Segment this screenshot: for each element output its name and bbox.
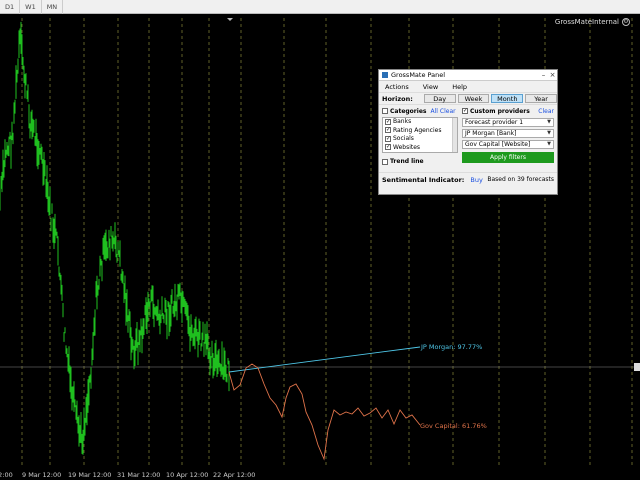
horizon-week-button[interactable]: Week (457, 94, 490, 103)
custom-clear-link[interactable]: Clear (538, 108, 554, 115)
chevron-down-icon: ▼ (547, 119, 551, 125)
jp-morgan-label: JP Morgan: 97.77% (420, 343, 482, 351)
categories-checkbox[interactable] (382, 108, 388, 115)
price-series (0, 21, 230, 455)
category-label: Websites (393, 143, 421, 151)
provider-select-value: JP Morgan [Bank] (465, 129, 517, 137)
categories-clear-link[interactable]: Clear (440, 108, 456, 115)
provider-select-2[interactable]: JP Morgan [Bank] ▼ (462, 128, 554, 138)
price-level-marker (634, 363, 640, 371)
sentiment-value: Buy (470, 175, 483, 184)
horizon-row: Horizon: Day Week Month Year (379, 92, 557, 105)
x-tick-label: 12:00 (0, 471, 13, 479)
categories-header: Categories All Clear (382, 107, 458, 116)
checked-icon[interactable]: ✓ (385, 127, 391, 134)
timeframe-w1[interactable]: W1 (20, 0, 42, 14)
menu-actions[interactable]: Actions (385, 83, 409, 91)
chevron-down-icon: ▼ (547, 141, 551, 147)
category-item[interactable]: ✓ Rating Agencies (385, 126, 457, 135)
category-label: Rating Agencies (393, 126, 442, 134)
checked-icon[interactable]: ✓ (385, 118, 391, 125)
custom-providers-header: ✓ Custom providers Clear (462, 107, 554, 116)
category-label: Banks (393, 118, 412, 126)
trend-line-row[interactable]: Trend line (382, 158, 458, 167)
provider-select-1[interactable]: Forecast provider 1 ▼ (462, 117, 554, 127)
category-item[interactable]: ✓ Socials (385, 135, 457, 144)
panel-menubar: Actions View Help (379, 81, 557, 92)
provider-select-value: Forecast provider 1 (465, 118, 524, 126)
horizon-year-button[interactable]: Year (525, 94, 557, 103)
settings-icon[interactable]: ⚙ (622, 18, 630, 26)
list-scrollbar[interactable] (452, 117, 457, 152)
minimize-icon[interactable]: – (539, 71, 548, 79)
gov-capital-forecast-line (228, 363, 421, 461)
indicator-label: GrossMateInternal ⚙ (555, 18, 630, 26)
sentiment-row: Sentimental Indicator: Buy Based on 39 f… (379, 172, 557, 186)
grossmate-panel: GrossMate Panel – × Actions View Help Ho… (378, 69, 558, 195)
x-tick-label: 9 Mar 12:00 (22, 471, 61, 479)
timeframe-toolbar: D1 W1 MN (0, 0, 640, 14)
trend-line-checkbox[interactable] (382, 158, 388, 165)
x-tick-label: 31 Mar 12:00 (117, 471, 160, 479)
sentiment-basis: Based on 39 forecasts (487, 176, 554, 183)
menu-view[interactable]: View (423, 83, 438, 91)
trend-line-label: Trend line (390, 158, 424, 166)
apply-filters-button[interactable]: Apply filters (462, 151, 554, 163)
chevron-down-icon: ▼ (547, 130, 551, 136)
custom-providers-label: Custom providers (470, 107, 530, 115)
categories-list: ✓ Banks ✓ Rating Agencies ✓ Socials ✓ Websit… (382, 116, 458, 153)
indicator-name: GrossMateInternal (554, 18, 619, 26)
panel-titlebar[interactable]: GrossMate Panel – × (379, 70, 557, 81)
app-icon (382, 72, 388, 78)
horizon-month-button[interactable]: Month (491, 94, 524, 103)
provider-select-value: Gov Capital [Website] (465, 140, 531, 148)
categories-all-link[interactable]: All (430, 108, 437, 115)
timeframe-mn[interactable]: MN (42, 0, 64, 14)
checked-icon[interactable]: ✓ (385, 135, 391, 142)
gov-capital-label: Gov Capital: 61.76% (420, 422, 487, 430)
x-tick-label: 10 Apr 12:00 (166, 471, 208, 479)
x-tick-label: 19 Mar 12:00 (68, 471, 111, 479)
category-item[interactable]: ✓ Banks (385, 118, 457, 127)
category-label: Socials (393, 135, 414, 143)
horizon-label: Horizon: (382, 94, 413, 103)
timeframe-d1[interactable]: D1 (0, 0, 21, 14)
provider-select-3[interactable]: Gov Capital [Website] ▼ (462, 139, 554, 149)
panel-title: GrossMate Panel (391, 71, 446, 79)
x-tick-label: 22 Apr 12:00 (213, 471, 255, 479)
checked-icon[interactable]: ✓ (462, 108, 468, 115)
close-icon[interactable]: × (548, 71, 557, 79)
sentiment-label: Sentimental Indicator: (382, 175, 465, 184)
menu-help[interactable]: Help (452, 83, 467, 91)
categories-label: Categories (390, 107, 427, 115)
checked-icon[interactable]: ✓ (385, 144, 391, 151)
horizon-day-button[interactable]: Day (423, 94, 456, 103)
category-item[interactable]: ✓ Websites (385, 143, 457, 152)
scroll-marker (227, 18, 233, 21)
